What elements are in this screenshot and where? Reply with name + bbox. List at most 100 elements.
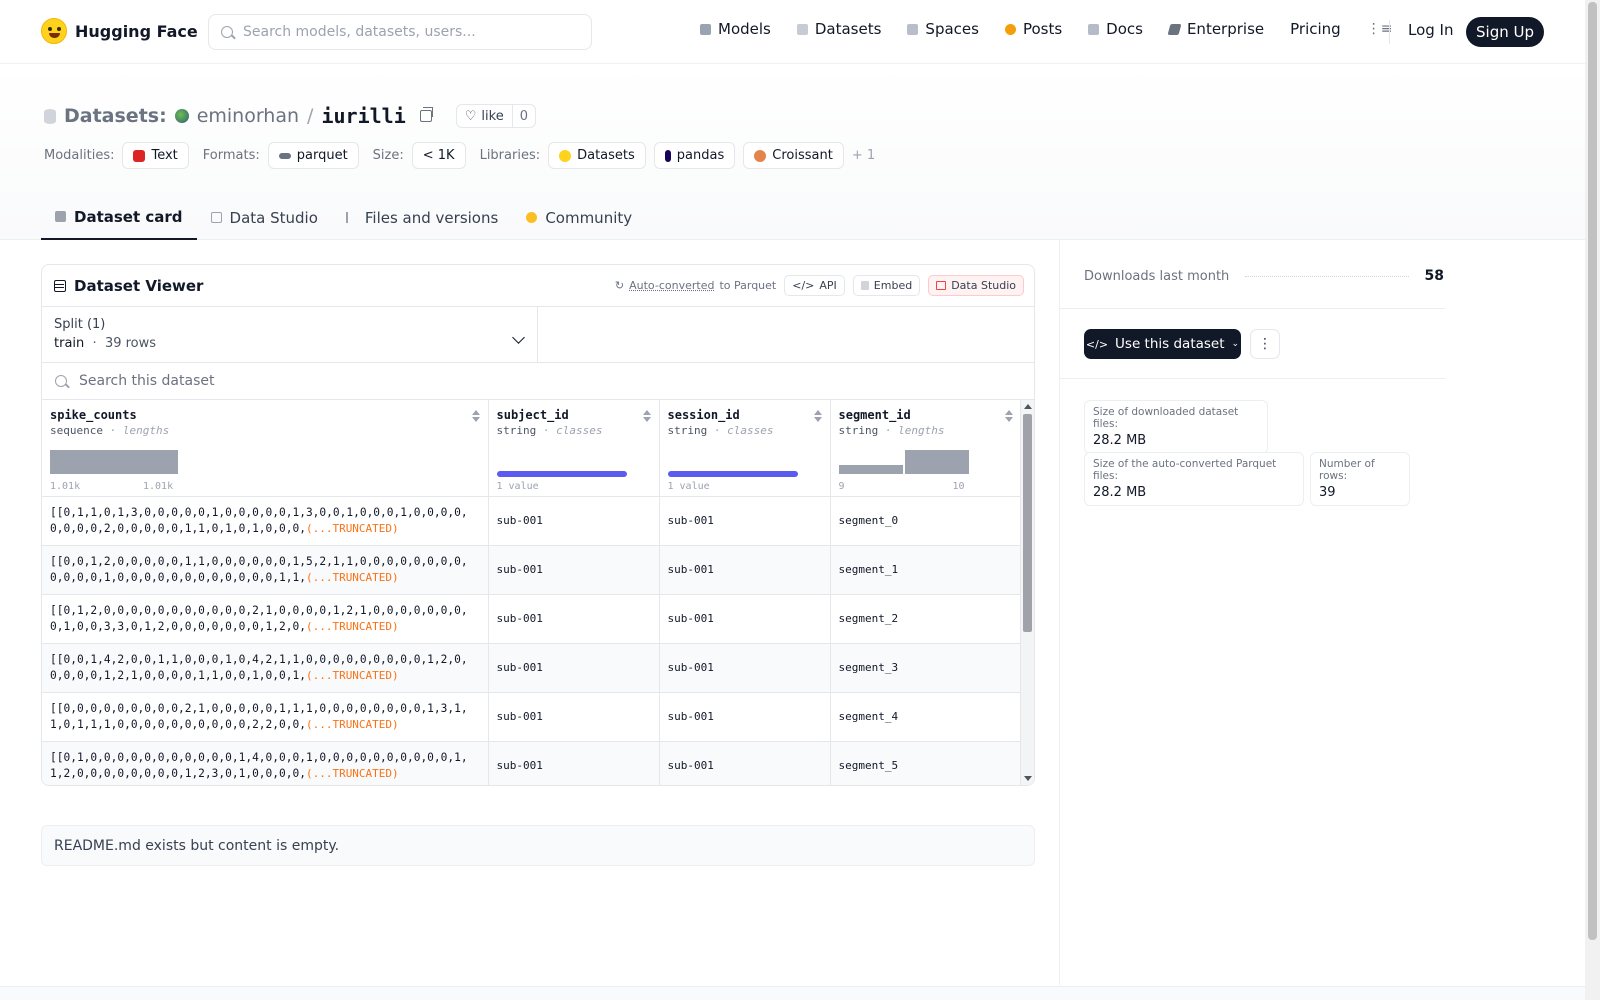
tag-datasets[interactable]: Datasets: [548, 142, 646, 169]
nav-spaces[interactable]: Spaces: [907, 20, 979, 38]
login-link[interactable]: Log In: [1408, 21, 1454, 39]
class-bar[interactable]: [667, 471, 798, 477]
table-scrollbar[interactable]: [1020, 400, 1034, 785]
tab-dataset-card[interactable]: Dataset card: [41, 195, 197, 240]
nav-enterprise-label: Enterprise: [1186, 20, 1265, 38]
tag-text-label: Text: [151, 148, 178, 163]
cell-subject-id[interactable]: sub-001: [488, 594, 660, 644]
cell-spike-counts[interactable]: [[0,0,0,0,0,0,0,0,0,2,1,0,0,0,0,0,1,1,1,…: [42, 692, 489, 742]
histogram-bar[interactable]: [904, 450, 969, 474]
nav-pricing-label: Pricing: [1290, 20, 1341, 38]
like-button[interactable]: ♡ like 0: [455, 104, 536, 128]
nav-enterprise[interactable]: Enterprise: [1167, 20, 1265, 38]
page-scrollbar[interactable]: [1585, 0, 1600, 1000]
cell-spike-counts[interactable]: [[0,0,1,4,2,0,0,1,1,0,0,0,1,0,4,2,1,1,0,…: [42, 643, 489, 693]
truncated-marker: (...TRUNCATED): [305, 717, 399, 731]
tag-parquet[interactable]: parquet: [267, 142, 359, 169]
scrollbar-thumb[interactable]: [1023, 414, 1032, 632]
nav-posts[interactable]: Posts: [1004, 20, 1062, 38]
table-row[interactable]: [[0,1,1,0,1,3,0,0,0,0,0,1,0,0,0,0,0,1,3,…: [42, 496, 1021, 546]
cell-segment-id[interactable]: segment_0: [830, 496, 1021, 546]
column-header-segment-id[interactable]: segment_id string · lengths 9 10: [830, 400, 1021, 497]
embed-button[interactable]: Embed: [852, 275, 921, 296]
use-dataset-button[interactable]: </> Use this dataset ⌄: [1084, 329, 1241, 359]
cell-subject-id[interactable]: sub-001: [488, 692, 660, 742]
brand-logo[interactable]: Hugging Face: [41, 18, 198, 44]
search-icon: [221, 26, 233, 38]
cell-subject-id[interactable]: sub-001: [488, 741, 660, 785]
sort-icon[interactable]: [471, 410, 480, 422]
table-row[interactable]: [[0,0,0,0,0,0,0,0,0,2,1,0,0,0,0,0,1,1,1,…: [42, 692, 1021, 742]
column-header-session-id[interactable]: session_id string · classes 1 value: [659, 400, 831, 497]
column-header-spike-counts[interactable]: spike_counts sequence · lengths 1.01k 1.…: [42, 400, 489, 497]
cell-subject-id[interactable]: sub-001: [488, 496, 660, 546]
api-button[interactable]: </> API: [784, 275, 845, 296]
hf-datasets-icon: [559, 149, 572, 162]
cell-spike-counts[interactable]: [[0,1,1,0,1,3,0,0,0,0,0,1,0,0,0,0,0,1,3,…: [42, 496, 489, 546]
copy-icon[interactable]: [419, 107, 433, 122]
dataset-card-icon: [55, 211, 66, 222]
table-row[interactable]: [[0,1,2,0,0,0,0,0,0,0,0,0,0,0,2,1,0,0,0,…: [42, 594, 1021, 644]
tag-size[interactable]: < 1K: [411, 142, 466, 169]
table-icon: [54, 279, 66, 292]
scroll-up-arrow[interactable]: [1024, 404, 1032, 409]
cell-subject-id[interactable]: sub-001: [488, 643, 660, 693]
chevron-down-icon: ⌄: [1231, 339, 1240, 349]
split-selector[interactable]: Split (1) train · 39 rows: [42, 307, 538, 362]
table-row[interactable]: [[0,0,1,2,0,0,0,0,0,1,1,0,0,0,0,0,0,1,5,…: [42, 545, 1021, 595]
more-tags[interactable]: + 1: [852, 148, 875, 163]
global-search-input[interactable]: [243, 24, 563, 40]
cell-session-id[interactable]: sub-001: [659, 741, 831, 785]
value-count-label: 1 value: [667, 480, 710, 492]
nav-datasets[interactable]: Datasets: [796, 20, 881, 38]
cell-spike-counts[interactable]: [[0,0,1,2,0,0,0,0,0,1,1,0,0,0,0,0,0,1,5,…: [42, 545, 489, 595]
truncated-marker: (...TRUNCATED): [305, 668, 399, 682]
histogram-bar[interactable]: [838, 465, 903, 474]
repo-name-link[interactable]: iurilli: [321, 104, 405, 128]
auto-converted-note[interactable]: ↻ Auto-converted to Parquet: [615, 279, 776, 292]
sort-icon[interactable]: [642, 410, 651, 422]
tab-community[interactable]: Community: [512, 195, 646, 240]
cell-spike-counts[interactable]: [[0,1,2,0,0,0,0,0,0,0,0,0,0,0,2,1,0,0,0,…: [42, 594, 489, 644]
global-search[interactable]: [208, 14, 592, 50]
dataset-search-input[interactable]: [79, 373, 779, 389]
repo-owner-link[interactable]: eminorhan: [197, 105, 299, 127]
owner-avatar[interactable]: [174, 109, 189, 123]
cell-segment-id[interactable]: segment_3: [830, 643, 1021, 693]
cell-session-id[interactable]: sub-001: [659, 496, 831, 546]
class-bar[interactable]: [496, 471, 627, 477]
table-row[interactable]: [[0,1,0,0,0,0,0,0,0,0,0,0,0,1,4,0,0,0,1,…: [42, 741, 1021, 785]
cell-segment-id[interactable]: segment_5: [830, 741, 1021, 785]
auto-converted-link[interactable]: Auto-converted: [629, 279, 714, 292]
tab-data-studio[interactable]: Data Studio: [197, 195, 332, 240]
tag-pandas[interactable]: pandas: [653, 142, 736, 169]
cell-session-id[interactable]: sub-001: [659, 692, 831, 742]
cell-segment-id[interactable]: segment_4: [830, 692, 1021, 742]
signup-button[interactable]: Sign Up: [1466, 17, 1544, 47]
nav-pricing[interactable]: Pricing: [1290, 20, 1341, 38]
cell-segment-id[interactable]: segment_1: [830, 545, 1021, 595]
table-row[interactable]: [[0,0,1,4,2,0,0,1,1,0,0,0,1,0,4,2,1,1,0,…: [42, 643, 1021, 693]
cell-subject-id[interactable]: sub-001: [488, 545, 660, 595]
nav-models[interactable]: Models: [700, 20, 771, 38]
tag-croissant[interactable]: Croissant: [743, 142, 844, 169]
sort-icon[interactable]: [813, 410, 822, 422]
dataset-search[interactable]: [42, 363, 1034, 400]
histogram-bar[interactable]: [50, 450, 178, 474]
scroll-down-arrow[interactable]: [1024, 776, 1032, 781]
tag-text[interactable]: Text: [122, 142, 189, 169]
cell-session-id[interactable]: sub-001: [659, 545, 831, 595]
cell-session-id[interactable]: sub-001: [659, 594, 831, 644]
sort-icon[interactable]: [1005, 410, 1013, 422]
tab-files[interactable]: Files and versions: [332, 195, 512, 240]
histogram[interactable]: [50, 450, 178, 474]
column-header-subject-id[interactable]: subject_id string · classes 1 value: [488, 400, 660, 497]
nav-docs[interactable]: Docs: [1088, 20, 1143, 38]
page-scrollbar-thumb[interactable]: [1588, 2, 1597, 940]
more-options-button[interactable]: ⋮: [1250, 329, 1280, 359]
cell-spike-counts[interactable]: [[0,1,0,0,0,0,0,0,0,0,0,0,0,1,4,0,0,0,1,…: [42, 741, 489, 785]
cell-segment-id[interactable]: segment_2: [830, 594, 1021, 644]
data-studio-button[interactable]: Data Studio: [928, 275, 1024, 296]
histogram[interactable]: [838, 450, 969, 474]
cell-session-id[interactable]: sub-001: [659, 643, 831, 693]
